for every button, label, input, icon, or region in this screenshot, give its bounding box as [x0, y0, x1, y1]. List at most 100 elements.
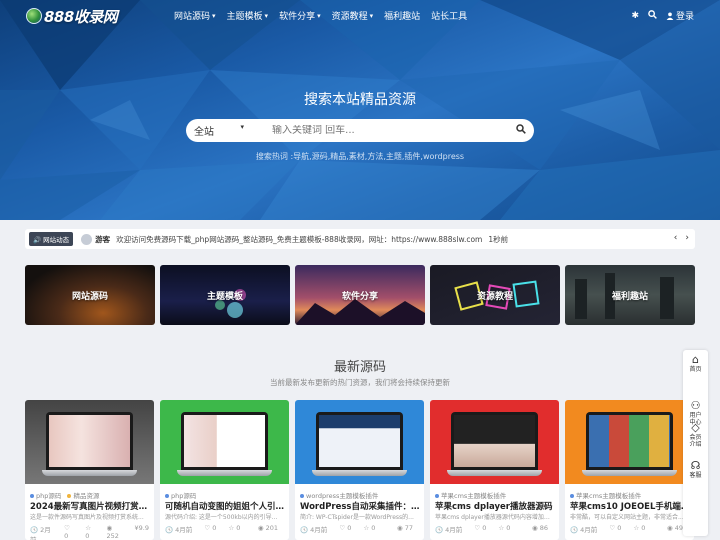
card-title[interactable]: 2024最新写真图片视频打赏系...: [30, 500, 150, 512]
nav-label: 站长工具: [431, 12, 468, 22]
site-logo[interactable]: 888收录网: [26, 6, 118, 26]
toolbar-label: 介绍: [689, 441, 702, 448]
chevron-left-icon[interactable]: ‹: [674, 233, 678, 243]
hot-search-words[interactable]: 搜索热词 :导航,源码,精品,素材,方法,主题,插件,wordpress: [0, 151, 720, 162]
theme-toggle-icon[interactable]: ✱: [631, 11, 639, 21]
card-title[interactable]: 苹果cms10 JOEOEL手机端模板: [570, 500, 690, 512]
login-label: 登录: [675, 12, 694, 22]
category-tile-tutorials[interactable]: 资源教程: [430, 265, 560, 325]
card-stats: 🕓 2月前 ♡ 0 ☆ 0 ◉ 252 ¥9.9: [30, 524, 149, 540]
resource-card[interactable]: 苹果cms主题模板插件 苹果cms dplayer播放器源码 苹果cms dpl…: [430, 400, 559, 540]
nav-item-source-code[interactable]: 网站源码 ▾: [174, 9, 216, 23]
card-thumbnail[interactable]: [25, 400, 154, 484]
card-categories: php源码: [165, 490, 196, 500]
logo-text: 888收录网: [44, 7, 118, 26]
chevron-down-icon: ▾: [212, 11, 216, 20]
card-likes: ♡ 0: [474, 524, 487, 532]
card-time: 🕓 4月前: [435, 526, 463, 534]
category-tile-source-code[interactable]: 网站源码: [25, 265, 155, 325]
search-submit-button[interactable]: [508, 124, 534, 137]
card-likes: ♡ 0: [64, 524, 70, 540]
card-category[interactable]: wordpress主题模板插件: [306, 492, 378, 500]
card-title[interactable]: WordPress自动采集插件：W...: [300, 500, 420, 512]
nav-label: 资源教程: [331, 12, 368, 22]
hero-background: [0, 0, 720, 220]
notice-message[interactable]: 欢迎访问免费源码下载_php网站源码_整站源码_免费主题模板-888收录网，网址…: [116, 234, 482, 245]
section-subtitle: 当前最新发布更新的热门资源，我们将会持续保持更新: [270, 378, 450, 387]
card-thumbnail[interactable]: [295, 400, 424, 484]
card-time: 🕓 4月前: [165, 526, 193, 534]
resource-card[interactable]: wordpress主题模板插件 WordPress自动采集插件：W... 简介:…: [295, 400, 424, 540]
category-tile-fun-sites[interactable]: 福利趣站: [565, 265, 695, 325]
card-category[interactable]: php源码: [171, 492, 196, 500]
nav-item-tutorials[interactable]: 资源教程 ▾: [331, 9, 374, 23]
card-categories: 苹果cms主题模板插件: [570, 490, 641, 500]
card-stats: 🕓 4月前 ♡ 0 ☆ 0 ◉ 201: [165, 524, 284, 534]
laptop-mockup: [177, 412, 272, 478]
card-favs: ☆ 0: [498, 524, 511, 532]
diamond-icon: ◇: [691, 421, 700, 434]
category-label: 主题模板: [206, 291, 243, 302]
card-categories: 苹果cms主题模板插件: [435, 490, 506, 500]
laptop-mockup: [582, 412, 677, 478]
card-views: ◉ 86: [531, 524, 548, 532]
search-bar: 全站 ▾: [186, 119, 534, 142]
card-title[interactable]: 可随机自动变图的姐姐个人引导...: [165, 500, 285, 512]
search-scope-value: 全站: [194, 127, 214, 138]
nav-item-fun-sites[interactable]: 福利趣站: [384, 9, 420, 22]
nav-label: 福利趣站: [384, 12, 421, 22]
card-category[interactable]: 苹果cms主题模板插件: [576, 492, 641, 500]
nav-item-themes[interactable]: 主题模板 ▾: [226, 9, 269, 23]
resource-card[interactable]: php源码 精品资源 2024最新写真图片视频打赏系... 这是一款件源码写真图…: [25, 400, 154, 540]
toolbar-label: 客服: [689, 472, 702, 479]
laptop-mockup: [447, 412, 542, 478]
chevron-down-icon: ▾: [369, 11, 374, 20]
top-nav: 888收录网 网站源码 ▾ 主题模板 ▾ 软件分享 ▾ 资源教程 ▾ 福利趣站 站长工具…: [0, 0, 720, 32]
search-icon[interactable]: [648, 9, 657, 22]
main-menu: 网站源码 ▾ 主题模板 ▾ 软件分享 ▾ 资源教程 ▾ 福利趣站 站长工具: [174, 9, 478, 23]
resource-card[interactable]: php源码 可随机自动变图的姐姐个人引导... 源代码介绍: 这是一个500kb…: [160, 400, 289, 540]
laptop-mockup: [42, 412, 137, 478]
resource-card[interactable]: 苹果cms主题模板插件 苹果cms10 JOEOEL手机端模板 非常酷，可以自定…: [565, 400, 694, 540]
support-icon: ☊: [690, 459, 701, 472]
card-category[interactable]: 精品资源: [73, 492, 99, 500]
card-likes: ♡ 0: [339, 524, 352, 532]
chevron-right-icon[interactable]: ›: [685, 233, 689, 243]
hero-banner: 888收录网 网站源码 ▾ 主题模板 ▾ 软件分享 ▾ 资源教程 ▾ 福利趣站 站长工具…: [0, 0, 720, 220]
toolbar-membership[interactable]: ◇ 会员 介绍: [683, 421, 708, 449]
nav-actions: ✱ 登录: [622, 9, 694, 22]
nav-item-software[interactable]: 软件分享 ▾: [279, 9, 321, 23]
card-category[interactable]: php源码: [36, 492, 61, 500]
chevron-down-icon: ▾: [264, 11, 269, 20]
card-description: 苹果cms dplayer播放器源代码内容增加功...: [435, 514, 553, 521]
category-tile-software[interactable]: 软件分享: [295, 265, 425, 325]
toolbar-home[interactable]: ⌂ 首页: [683, 353, 708, 374]
card-views: ◉ 252: [106, 524, 119, 540]
card-stats: 🕓 4月前 ♡ 0 ☆ 0 ◉ 49: [570, 524, 689, 534]
card-stats: 🕓 4月前 ♡ 0 ☆ 0 ◉ 77: [300, 524, 419, 534]
card-category[interactable]: 苹果cms主题模板插件: [441, 492, 506, 500]
notice-user: 游客: [95, 234, 111, 244]
search-scope-select[interactable]: 全站 ▾: [186, 123, 258, 138]
notice-bar: 🔊 网站动态 游客 欢迎访问免费源码下载_php网站源码_整站源码_免费主题模板…: [25, 229, 695, 249]
card-likes: ♡ 0: [204, 524, 217, 532]
card-thumbnail[interactable]: [430, 400, 559, 484]
card-thumbnail[interactable]: [565, 400, 694, 484]
notice-tag-label: 网站动态: [43, 236, 70, 244]
card-categories: php源码 精品资源: [30, 490, 99, 500]
home-icon: ⌂: [692, 353, 699, 366]
nav-item-tools[interactable]: 站长工具: [431, 9, 467, 22]
search-input[interactable]: [258, 125, 508, 136]
login-button[interactable]: 登录: [666, 9, 694, 22]
toolbar-label: 用户: [689, 412, 702, 419]
card-stats: 🕓 4月前 ♡ 0 ☆ 0 ◉ 86: [435, 524, 554, 534]
card-thumbnail[interactable]: [160, 400, 289, 484]
card-title[interactable]: 苹果cms dplayer播放器源码: [435, 500, 555, 512]
category-tile-themes[interactable]: 主题模板: [160, 265, 290, 325]
nav-label: 软件分享: [279, 12, 316, 22]
category-label: 网站源码: [71, 291, 108, 302]
notice-tag: 🔊 网站动态: [29, 232, 74, 246]
nav-label: 主题模板: [226, 12, 263, 22]
card-favs: ☆ 0: [363, 524, 376, 532]
toolbar-support[interactable]: ☊ 客服: [683, 459, 708, 480]
